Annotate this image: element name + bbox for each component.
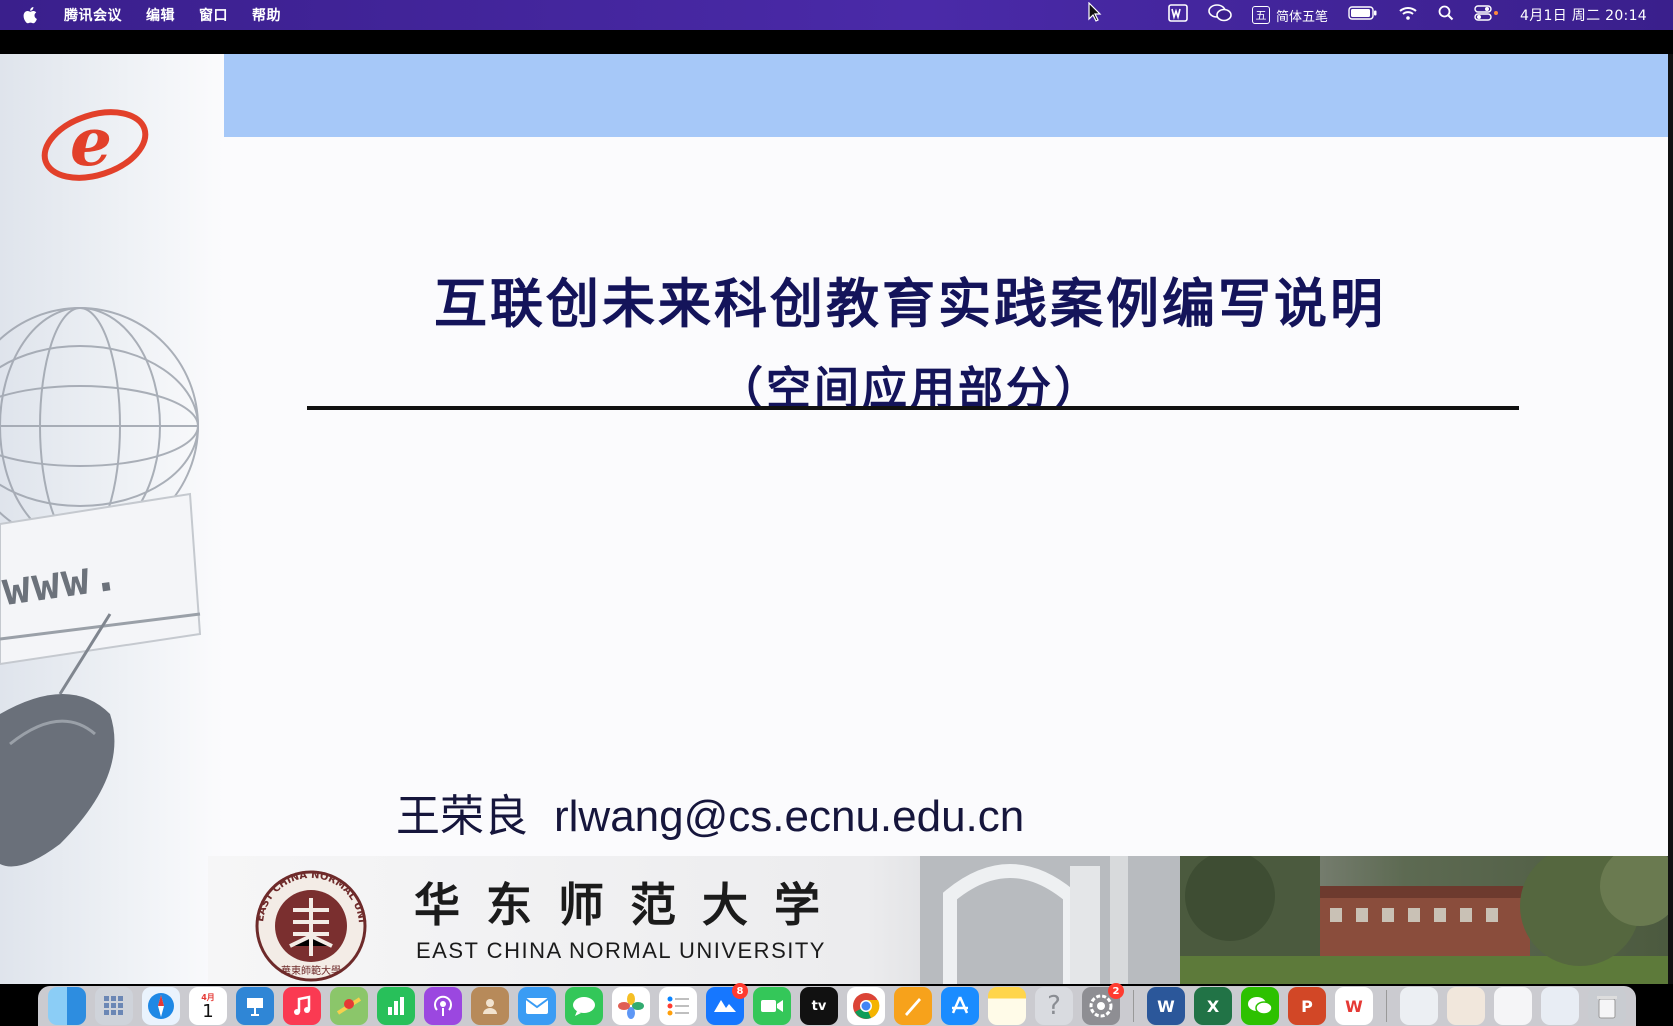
screen-letterbox xyxy=(0,30,1673,54)
reminders-icon[interactable] xyxy=(659,987,697,1025)
e-logo-icon: e xyxy=(41,103,149,181)
university-seal-icon: EAST CHINA NORMAL UNIVERSITY 華東師範大學 xyxy=(230,870,367,982)
battery-icon[interactable] xyxy=(1348,6,1378,24)
apple-tv-label: tv xyxy=(811,998,827,1014)
apple-menu-icon[interactable] xyxy=(22,6,40,24)
slide-title-bar xyxy=(224,54,1668,137)
slide-left-decoration: www. xyxy=(0,54,224,984)
chrome-icon[interactable] xyxy=(847,987,885,1025)
system-settings-icon[interactable]: 2 xyxy=(1082,983,1124,1025)
wps-status-icon[interactable] xyxy=(1168,4,1188,26)
slide-right-edge xyxy=(1668,54,1673,984)
minimized-window-thumbnail[interactable] xyxy=(1541,987,1579,1025)
control-center-icon[interactable] xyxy=(1474,5,1500,25)
safari-icon[interactable] xyxy=(142,987,180,1025)
wechat-icon[interactable] xyxy=(1241,987,1279,1025)
globe-keyboard-illustration xyxy=(0,307,202,867)
menu-window[interactable]: 窗口 xyxy=(199,5,228,25)
title-underline xyxy=(307,406,1519,410)
apple-tv-icon[interactable]: tv xyxy=(800,987,838,1025)
calendar-icon[interactable]: 4月 1 xyxy=(189,987,227,1025)
menu-edit[interactable]: 编辑 xyxy=(146,5,175,25)
lanxin-app-icon[interactable]: 8 xyxy=(706,983,748,1025)
dock-separator xyxy=(1386,990,1387,1022)
excel-icon[interactable]: X xyxy=(1194,987,1232,1025)
facetime-icon[interactable] xyxy=(753,987,791,1025)
finder-icon[interactable] xyxy=(48,987,86,1025)
dock-separator xyxy=(1133,990,1134,1022)
university-name-en: EAST CHINA NORMAL UNIVERSITY xyxy=(416,938,826,963)
document-thumbnail-icon[interactable] xyxy=(1400,987,1438,1025)
wechat-status-icon[interactable] xyxy=(1208,4,1232,26)
keynote-icon[interactable] xyxy=(236,987,274,1025)
podcasts-icon[interactable] xyxy=(424,987,462,1025)
help-glyph: ? xyxy=(1047,991,1061,1021)
university-name-cn: 华东师范大学 xyxy=(414,878,846,932)
author-name: 王荣良 xyxy=(396,791,528,842)
menu-app-name[interactable]: 腾讯会议 xyxy=(64,5,122,25)
author-email: rlwang@cs.ecnu.edu.cn xyxy=(554,792,1025,841)
slide-title: 互联创未来科创教育实践案例编写说明 xyxy=(434,273,1386,335)
numbers-icon[interactable] xyxy=(377,987,415,1025)
contacts-icon[interactable] xyxy=(471,987,509,1025)
powerpoint-icon[interactable]: P xyxy=(1288,987,1326,1025)
help-icon[interactable]: ? xyxy=(1035,987,1073,1025)
pages-icon[interactable] xyxy=(894,987,932,1025)
notes-icon[interactable] xyxy=(988,987,1026,1025)
trash-icon[interactable] xyxy=(1588,987,1626,1025)
app-store-icon[interactable] xyxy=(941,987,979,1025)
wps-letter: W xyxy=(1345,996,1363,1016)
word-icon[interactable]: W xyxy=(1147,987,1185,1025)
wps-icon[interactable]: W xyxy=(1335,987,1373,1025)
excel-letter: X xyxy=(1206,996,1220,1016)
menu-help[interactable]: 帮助 xyxy=(252,5,281,25)
dock: 4月 1 8 tv ? 2 W X P W xyxy=(38,983,1636,1026)
campus-photo xyxy=(920,856,1668,984)
menu-bar: 腾讯会议 编辑 窗口 帮助 五 简体五笔 4月1日 周二 20:14 xyxy=(0,0,1673,30)
photos-icon[interactable] xyxy=(612,987,650,1025)
word-letter: W xyxy=(1157,996,1175,1016)
minimized-window-thumbnail[interactable] xyxy=(1447,987,1485,1025)
seal-bottom-text: 華東師範大學 xyxy=(281,964,341,977)
ime-icon: 五 xyxy=(1252,6,1271,24)
mail-icon[interactable] xyxy=(518,987,556,1025)
input-method-menu[interactable]: 五 简体五笔 xyxy=(1252,6,1328,25)
lanxin-badge: 8 xyxy=(732,983,748,999)
calendar-day: 1 xyxy=(202,1000,214,1022)
powerpoint-letter: P xyxy=(1301,996,1313,1016)
minimized-window-thumbnail[interactable] xyxy=(1494,987,1532,1025)
settings-badge: 2 xyxy=(1108,983,1124,999)
e-logo-letter: e xyxy=(70,103,112,181)
music-icon[interactable] xyxy=(283,987,321,1025)
mouse-pointer-icon xyxy=(1088,2,1102,22)
ime-label: 简体五笔 xyxy=(1276,9,1329,25)
launchpad-icon[interactable] xyxy=(95,987,133,1025)
messages-icon[interactable] xyxy=(565,987,603,1025)
maps-icon[interactable] xyxy=(330,987,368,1025)
wifi-icon[interactable] xyxy=(1398,5,1418,25)
spotlight-search-icon[interactable] xyxy=(1438,5,1454,25)
shared-slide: www. e 互联创未来科创教育实践案例编写说明 （空间应用部分） 王荣良 rlw… xyxy=(0,54,1673,984)
menubar-clock[interactable]: 4月1日 周二 20:14 xyxy=(1520,5,1647,25)
author-line: 王荣良 rlwang@cs.ecnu.edu.cn xyxy=(396,780,1024,844)
